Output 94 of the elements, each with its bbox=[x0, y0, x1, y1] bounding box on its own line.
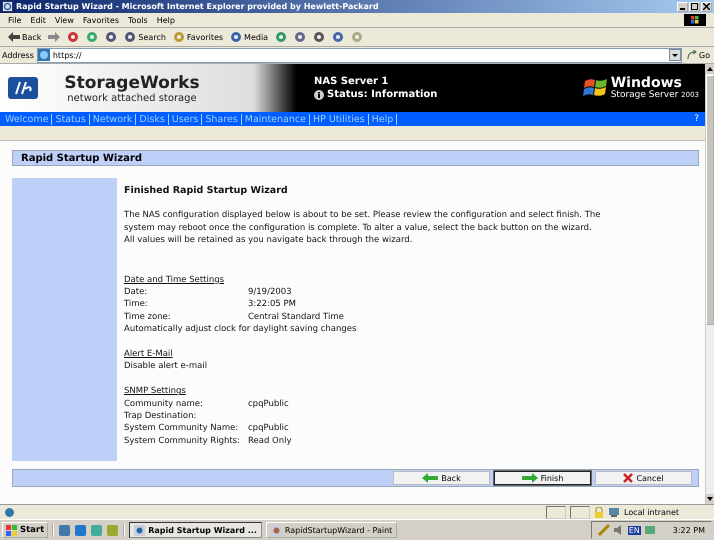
search-button[interactable]: Search bbox=[122, 31, 168, 43]
menu-item[interactable]: View bbox=[54, 16, 74, 24]
back-button[interactable]: Back bbox=[393, 471, 490, 485]
panel-title: Rapid Startup Wizard bbox=[21, 152, 142, 164]
section-title: Date and Time Settings bbox=[124, 274, 226, 286]
setting-label: Community name: bbox=[124, 398, 204, 410]
arrow-icon bbox=[422, 473, 438, 483]
setting-label: Automatically adjust clock for daylight saving changes bbox=[124, 323, 356, 336]
circle-icon bbox=[351, 31, 364, 43]
circle-icon bbox=[313, 31, 326, 43]
dropdown-icon[interactable] bbox=[668, 49, 681, 61]
windows-flag-icon bbox=[6, 524, 18, 536]
info-icon bbox=[314, 90, 324, 100]
quick-launch-icon[interactable] bbox=[58, 524, 72, 536]
app-icon bbox=[270, 524, 282, 536]
setting-value: 3:22:05 PM bbox=[248, 298, 296, 311]
page-icon bbox=[4, 506, 15, 518]
pencil-icon bbox=[598, 524, 610, 536]
network-icon bbox=[608, 506, 620, 518]
cancel-button[interactable]: Cancel bbox=[595, 471, 692, 485]
forward-button[interactable] bbox=[46, 32, 62, 42]
section-title: Alert E-Mail bbox=[124, 348, 174, 360]
setting-value: cpqPublic bbox=[248, 422, 289, 435]
back-button[interactable]: Back bbox=[6, 32, 44, 42]
app-icon bbox=[134, 524, 146, 536]
windows-logo-icon bbox=[582, 77, 609, 99]
intro-paragraph: The NAS configuration displayed below is about to be set. Please review the configuration and select finish. The system may reboot once the configuration is complete. To alter a value, select the back button on the wizard. All values will be retained as you navigate back through the wizard. bbox=[124, 209, 602, 247]
circle-icon bbox=[67, 31, 80, 43]
circle-icon bbox=[124, 31, 136, 43]
os-name: Windows bbox=[610, 76, 683, 90]
circle-icon bbox=[275, 31, 288, 43]
page-icon bbox=[38, 49, 50, 61]
hp-logo-icon bbox=[8, 77, 38, 99]
help-link[interactable]: ? bbox=[690, 114, 703, 124]
ie-icon bbox=[2, 1, 13, 12]
section-title: SNMP Settings bbox=[124, 385, 187, 398]
brand-title: StorageWorks bbox=[64, 72, 200, 92]
circle-icon bbox=[172, 31, 185, 43]
setting-label: Trap Destination: bbox=[124, 410, 198, 422]
circle-icon bbox=[86, 31, 98, 43]
maximize-icon bbox=[691, 3, 698, 10]
setting-value: Central Standard Time bbox=[248, 310, 344, 324]
circle-icon bbox=[105, 31, 118, 43]
go-button[interactable]: Go bbox=[684, 50, 712, 60]
scroll-down-icon[interactable] bbox=[706, 494, 714, 504]
clock: 3:22 PM bbox=[672, 526, 705, 534]
setting-value: 9/19/2003 bbox=[248, 286, 292, 298]
scroll-thumb[interactable] bbox=[706, 75, 714, 325]
arrow-icon bbox=[522, 473, 538, 483]
menu-item[interactable]: Favorites bbox=[82, 16, 120, 24]
server-name: NAS Server 1 bbox=[314, 76, 390, 87]
close-icon bbox=[703, 3, 710, 10]
tray-icon bbox=[644, 524, 656, 536]
circle-icon bbox=[332, 31, 344, 43]
setting-label: Date: bbox=[124, 286, 148, 298]
taskbar-button[interactable]: RapidStartupWizard - Paint bbox=[266, 522, 398, 538]
language-indicator[interactable]: EN bbox=[628, 526, 641, 534]
lock-icon bbox=[594, 506, 604, 518]
minimize-button[interactable] bbox=[677, 2, 688, 12]
menu-item[interactable]: Edit bbox=[30, 16, 46, 24]
server-status: Status: Information bbox=[327, 89, 438, 100]
go-arrow-icon bbox=[686, 50, 697, 60]
arrow-icon bbox=[8, 32, 20, 42]
taskbar-button[interactable]: Rapid Startup Wizard ... bbox=[129, 522, 262, 538]
scrollbar[interactable] bbox=[705, 64, 714, 504]
wizard-heading: Finished Rapid Startup Wizard bbox=[124, 185, 289, 198]
setting-label: System Community Rights: bbox=[124, 434, 241, 448]
setting-label: System Community Name: bbox=[124, 422, 240, 435]
circle-icon bbox=[230, 31, 242, 43]
menu-item[interactable]: Tools bbox=[128, 16, 148, 24]
media-button[interactable]: Media bbox=[228, 31, 270, 43]
cross-icon bbox=[623, 473, 634, 483]
maximize-button[interactable] bbox=[689, 2, 700, 12]
setting-value: Read Only bbox=[248, 434, 292, 448]
address-label: Address bbox=[2, 50, 34, 60]
zone-label: Local intranet bbox=[624, 508, 680, 516]
close-button[interactable] bbox=[701, 2, 712, 12]
finish-button[interactable]: Finish bbox=[494, 471, 591, 485]
windows-flag-icon bbox=[684, 14, 706, 26]
setting-label: Time zone: bbox=[124, 310, 172, 324]
setting-label: Disable alert e-mail bbox=[124, 360, 208, 373]
menu-item[interactable]: File bbox=[8, 16, 22, 24]
quick-launch-icon[interactable] bbox=[74, 524, 88, 536]
favorites-button[interactable]: Favorites bbox=[170, 31, 226, 43]
arrow-icon bbox=[48, 32, 60, 42]
start-button[interactable]: Start bbox=[2, 522, 48, 538]
brand-subtitle: network attached storage bbox=[67, 92, 197, 104]
menu-item[interactable]: Help bbox=[156, 16, 175, 24]
scroll-up-icon[interactable] bbox=[706, 64, 714, 74]
setting-label: Time: bbox=[124, 298, 149, 311]
address-field[interactable]: https:// bbox=[36, 48, 682, 62]
setting-value: cpqPublic bbox=[248, 398, 289, 410]
circle-icon bbox=[294, 31, 306, 43]
window-title: Rapid Startup Wizard - Microsoft Internet Explorer provided by Hewlett-Packard bbox=[16, 2, 380, 11]
